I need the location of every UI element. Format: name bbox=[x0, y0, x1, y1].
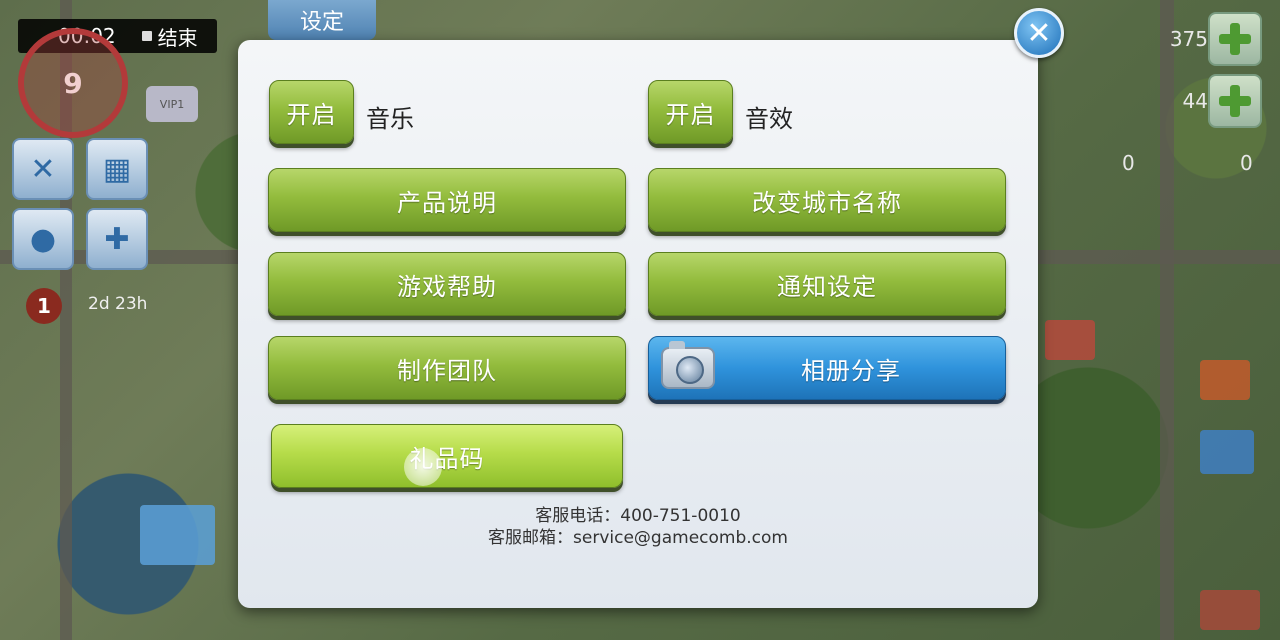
stop-recording-button[interactable]: 结束 bbox=[158, 22, 198, 51]
add-coins-button[interactable] bbox=[1208, 12, 1262, 66]
background-building bbox=[1045, 320, 1095, 360]
background-building bbox=[1200, 360, 1250, 400]
player-level-badge[interactable]: 9 bbox=[18, 28, 128, 138]
vip-badge[interactable]: VIP1 bbox=[146, 86, 198, 122]
background-building bbox=[140, 505, 215, 565]
people-icon: ● bbox=[29, 221, 57, 257]
coins-count: 375 bbox=[1169, 27, 1208, 51]
album-share-button[interactable]: 相册分享 bbox=[648, 336, 1006, 400]
product-info-button[interactable]: 产品说明 bbox=[268, 168, 626, 232]
gamepad-button[interactable]: ✚ bbox=[86, 208, 148, 270]
event-badge[interactable]: 1 bbox=[26, 288, 62, 324]
gamepad-icon: ✚ bbox=[104, 221, 130, 257]
music-toggle-button[interactable]: 开启 bbox=[269, 80, 354, 144]
gift-code-button[interactable]: 礼品码 bbox=[271, 424, 623, 488]
credits-button[interactable]: 制作团队 bbox=[268, 336, 626, 400]
sfx-toggle-button[interactable]: 开启 bbox=[648, 80, 733, 144]
support-email: 客服邮箱：service@gamecomb.com bbox=[488, 528, 788, 548]
close-button[interactable]: ✕ bbox=[1014, 8, 1064, 58]
key-count-a: 0 bbox=[1122, 151, 1135, 175]
player-level: 9 bbox=[63, 66, 83, 100]
background-building bbox=[1200, 590, 1260, 630]
background-building bbox=[1200, 430, 1254, 474]
sfx-label: 音效 bbox=[745, 105, 793, 133]
touch-indicator bbox=[404, 448, 442, 486]
album-share-label: 相册分享 bbox=[801, 356, 901, 385]
stop-icon[interactable] bbox=[141, 31, 152, 41]
close-icon: ✕ bbox=[1026, 15, 1052, 51]
calendar-icon: ▦ bbox=[102, 151, 132, 187]
cash-count: 44 bbox=[1182, 89, 1208, 113]
tools-button[interactable]: ✕ bbox=[12, 138, 74, 200]
rename-city-button[interactable]: 改变城市名称 bbox=[648, 168, 1006, 232]
key-count-b: 0 bbox=[1240, 151, 1253, 175]
wrench-icon: ✕ bbox=[30, 151, 56, 187]
calendar-button[interactable]: ▦ bbox=[86, 138, 148, 200]
music-label: 音乐 bbox=[366, 105, 414, 133]
background-road bbox=[1160, 0, 1174, 640]
add-cash-button[interactable] bbox=[1208, 74, 1262, 128]
game-help-button[interactable]: 游戏帮助 bbox=[268, 252, 626, 316]
friends-button[interactable]: ● bbox=[12, 208, 74, 270]
event-timer: 2d 23h bbox=[88, 294, 148, 314]
camera-icon bbox=[661, 341, 715, 389]
notification-settings-button[interactable]: 通知设定 bbox=[648, 252, 1006, 316]
settings-tab: 设定 bbox=[268, 0, 376, 40]
